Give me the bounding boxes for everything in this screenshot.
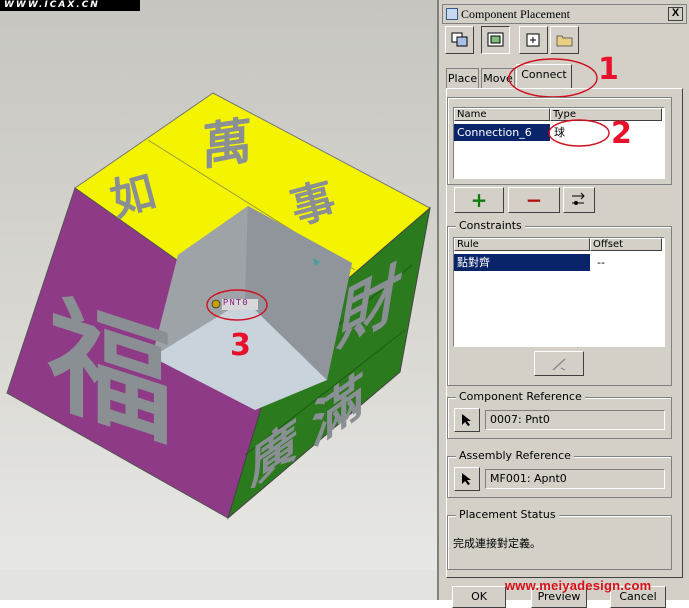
constraint-row-rule[interactable]: 點對齊	[454, 254, 590, 271]
retrieve-icon	[526, 33, 539, 47]
arrow-cursor-icon	[462, 414, 471, 426]
remove-connection-button[interactable]: −	[508, 187, 560, 213]
constraints-title: Constraints	[456, 219, 525, 232]
convert-connection-button[interactable]	[563, 187, 595, 213]
viewport-bottom-strip	[0, 570, 437, 600]
glyph-top-1: 萬	[202, 111, 252, 177]
constraints-header-rule[interactable]: Rule	[454, 238, 590, 251]
flip-constraint-button[interactable]	[534, 351, 584, 376]
ok-button[interactable]: OK	[452, 586, 506, 608]
annotation-ellipse-1	[508, 58, 598, 98]
component-reference-select-button[interactable]	[454, 408, 480, 432]
model-viewport[interactable]: WWW.ICAX.CN 萬 如 事 福 財 滿 廣 PNT0 3	[0, 0, 437, 600]
connections-header-name[interactable]: Name	[454, 108, 550, 121]
window-icon	[446, 8, 458, 20]
tab-place[interactable]: Place	[446, 68, 479, 88]
plus-icon: +	[470, 188, 488, 212]
assembly-window-icon	[487, 32, 503, 47]
watermark-bottom: www.meiyadesign.com	[505, 578, 652, 593]
add-connection-button[interactable]: +	[454, 187, 504, 213]
open-folder-button[interactable]	[550, 26, 579, 54]
component-reference-field[interactable]: 0007: Pnt0	[485, 410, 665, 430]
folder-icon	[556, 35, 572, 47]
constraints-list[interactable]: Rule Offset 點對齊 --	[453, 237, 665, 347]
minus-icon: −	[525, 188, 543, 212]
assembly-reference-select-button[interactable]	[454, 467, 480, 491]
placement-window-button[interactable]	[445, 26, 474, 54]
retrieve-button[interactable]	[519, 26, 548, 54]
assembly-window-button[interactable]	[481, 26, 510, 54]
annotation-3: 3	[230, 328, 251, 363]
placement-status-text: 完成連接對定義。	[453, 537, 541, 550]
placement-status-title: Placement Status	[456, 508, 559, 521]
flip-icon	[552, 357, 566, 371]
annotation-1: 1	[598, 52, 619, 87]
window-placement-icon	[451, 32, 467, 47]
annotation-ellipse-2	[548, 119, 610, 147]
convert-icon	[572, 192, 585, 205]
watermark-top: WWW.ICAX.CN	[0, 0, 140, 11]
connection-row-name[interactable]: Connection_6	[454, 124, 550, 141]
annotation-2: 2	[611, 116, 632, 151]
component-reference-title: Component Reference	[456, 390, 585, 403]
assembly-reference-title: Assembly Reference	[456, 449, 574, 462]
constraints-header-offset[interactable]: Offset	[590, 238, 662, 251]
dialog-titlebar[interactable]: Component Placement X	[442, 4, 687, 24]
dialog-title: Component Placement	[461, 7, 570, 21]
close-button[interactable]: X	[668, 7, 683, 21]
datum-point-label[interactable]: PNT0	[223, 298, 249, 308]
constraint-row-offset[interactable]: --	[594, 254, 662, 271]
assembly-reference-field[interactable]: MF001: Apnt0	[485, 469, 665, 489]
arrow-cursor-icon	[462, 473, 471, 485]
